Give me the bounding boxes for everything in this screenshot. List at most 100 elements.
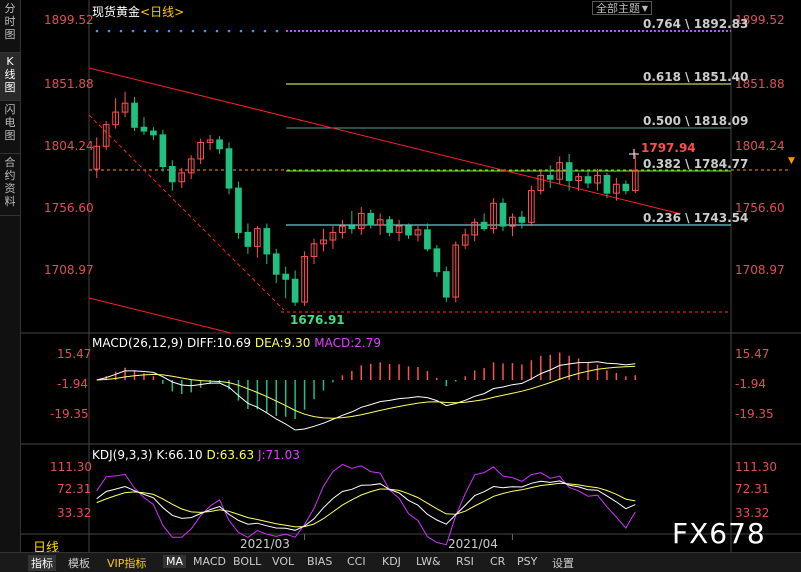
fib-dot (155, 29, 159, 33)
macd-diff-line (96, 361, 636, 431)
candle-body (131, 102, 138, 128)
candle-body (225, 148, 233, 189)
tab-vip-indicators[interactable]: VIP指标 (107, 555, 146, 571)
macd-tick-right: -19.35 (735, 407, 774, 421)
candle-body (603, 174, 611, 194)
tab-rsi[interactable]: RSI (456, 555, 474, 568)
candle-body (263, 228, 271, 255)
price-tick-left: 1708.97 (44, 263, 94, 277)
kdj-tick-left: 33.32 (57, 506, 92, 520)
tab-psy[interactable]: PSY (517, 555, 537, 568)
candle-body (367, 212, 375, 226)
fib-dot (215, 29, 219, 33)
candle-body (235, 187, 242, 233)
kdj-tick-right: 111.30 (735, 460, 777, 474)
macd-diff: DIFF:10.69 (186, 336, 252, 350)
price-tick-left: 1899.52 (44, 13, 94, 27)
candle-body (518, 216, 526, 223)
tab-cci[interactable]: CCI (347, 555, 366, 568)
fib-dot (239, 29, 243, 33)
fib-label-0382: 0.382 \ 1784.77 (643, 157, 749, 171)
tab-settings[interactable]: 设置 (552, 555, 574, 571)
current-price-marker-icon: ▼ (788, 156, 795, 166)
kdj-tick-right: 72.31 (735, 482, 770, 496)
kdj-j: J:71.03 (257, 448, 300, 462)
period-indicator: <日线> (140, 5, 185, 19)
trend-line-upper (88, 67, 682, 215)
tab-macd[interactable]: MACD (193, 555, 226, 568)
candle-body (159, 134, 167, 168)
sidebar: 分 时 图 K 线 图 闪 电 图 合 约 资 料 (0, 0, 21, 552)
tab-templates[interactable]: 模板 (68, 555, 90, 571)
candle-body (386, 219, 393, 233)
candle-body (565, 162, 573, 181)
candle-body (140, 126, 148, 132)
tab-time-sharing[interactable]: 分 时 图 (0, 0, 20, 53)
candle-body (150, 130, 157, 136)
tab-boll[interactable]: BOLL (233, 555, 261, 568)
macd-legend: MACD(26,12,9) DIFF:10.69 DEA:9.30 MACD:2… (92, 336, 381, 350)
candle-body (291, 278, 299, 303)
fib-dot (131, 29, 135, 33)
low-annotation: 1676.91 (290, 313, 345, 327)
chart-title: 现货黄金<日线> (92, 3, 184, 20)
fib-dot (119, 29, 123, 33)
theme-select[interactable]: 全部主题 ▼ (592, 1, 652, 15)
fib-dot (227, 29, 231, 33)
fib-label-0236: 0.236 \ 1743.54 (643, 211, 749, 225)
candle-body (244, 231, 252, 247)
tab-kdj[interactable]: KDJ (382, 555, 401, 568)
trend-line-dashed (88, 114, 285, 311)
fib-dot (263, 29, 267, 33)
price-tick-right: 1804.24 (735, 139, 785, 153)
theme-select-label: 全部主题 (596, 2, 640, 15)
tab-kline[interactable]: K 线 图 (0, 53, 20, 101)
fib-label-0500: 0.500 \ 1818.09 (643, 114, 749, 128)
kdj-title: KDJ(9,3,3) (92, 448, 153, 462)
fib-dot (203, 29, 207, 33)
macd-tick-right: -1.94 (735, 377, 767, 391)
tab-ma[interactable]: MA (163, 555, 187, 568)
macd-tick-left: -1.94 (57, 377, 89, 391)
tab-indicators[interactable]: 指标 (28, 555, 56, 571)
tab-flash[interactable]: 闪 电 图 (0, 101, 20, 154)
tab-bias[interactable]: BIAS (307, 555, 332, 568)
kdj-d: D:63.63 (206, 448, 255, 462)
candle-body (282, 273, 290, 280)
time-tick: 2021/03 (240, 537, 290, 551)
instrument-name: 现货黄金 (92, 5, 141, 19)
kdj-k-line (96, 480, 636, 531)
trend-line-lower (88, 297, 232, 334)
candle-body (442, 271, 450, 298)
kdj-k: K:66.10 (156, 448, 203, 462)
candle-body (405, 225, 412, 236)
fib-dot (191, 29, 195, 33)
macd-tick-left: -19.35 (50, 407, 89, 421)
price-tick-left: 1851.88 (44, 77, 94, 91)
macd-title: MACD(26,12,9) (92, 336, 184, 350)
price-tick-right: 1708.97 (735, 263, 785, 277)
candle-body (272, 253, 280, 275)
fib-dot (143, 29, 147, 33)
price-tick-left: 1804.24 (44, 139, 94, 153)
fib-label-0618: 0.618 \ 1851.40 (643, 70, 749, 84)
kdj-j-line (96, 463, 636, 546)
kdj-legend: KDJ(9,3,3) K:66.10 D:63.63 J:71.03 (92, 448, 300, 462)
kdj-tick-left: 111.30 (50, 460, 92, 474)
candle-body (480, 221, 488, 230)
kdj-tick-left: 72.31 (57, 482, 92, 496)
fib-dot (95, 29, 99, 33)
tab-vol[interactable]: VOL (272, 555, 294, 568)
candle-body (424, 229, 431, 250)
candle-body (584, 176, 592, 184)
price-tick-left: 1756.60 (44, 201, 94, 215)
chevron-down-icon: ▼ (641, 4, 648, 13)
tab-contract-info[interactable]: 合 约 资 料 (0, 154, 20, 216)
candle-body (433, 248, 441, 273)
candle-body (216, 139, 223, 150)
time-tick: 2021/04 (448, 537, 498, 551)
indicator-toolbar: 指标 模板 VIP指标 MA MACD BOLL VOL BIAS CCI KD… (0, 552, 801, 572)
tab-lwr[interactable]: LW& (416, 555, 441, 568)
macd-dea-line (96, 365, 636, 419)
tab-cr[interactable]: CR (490, 555, 505, 568)
